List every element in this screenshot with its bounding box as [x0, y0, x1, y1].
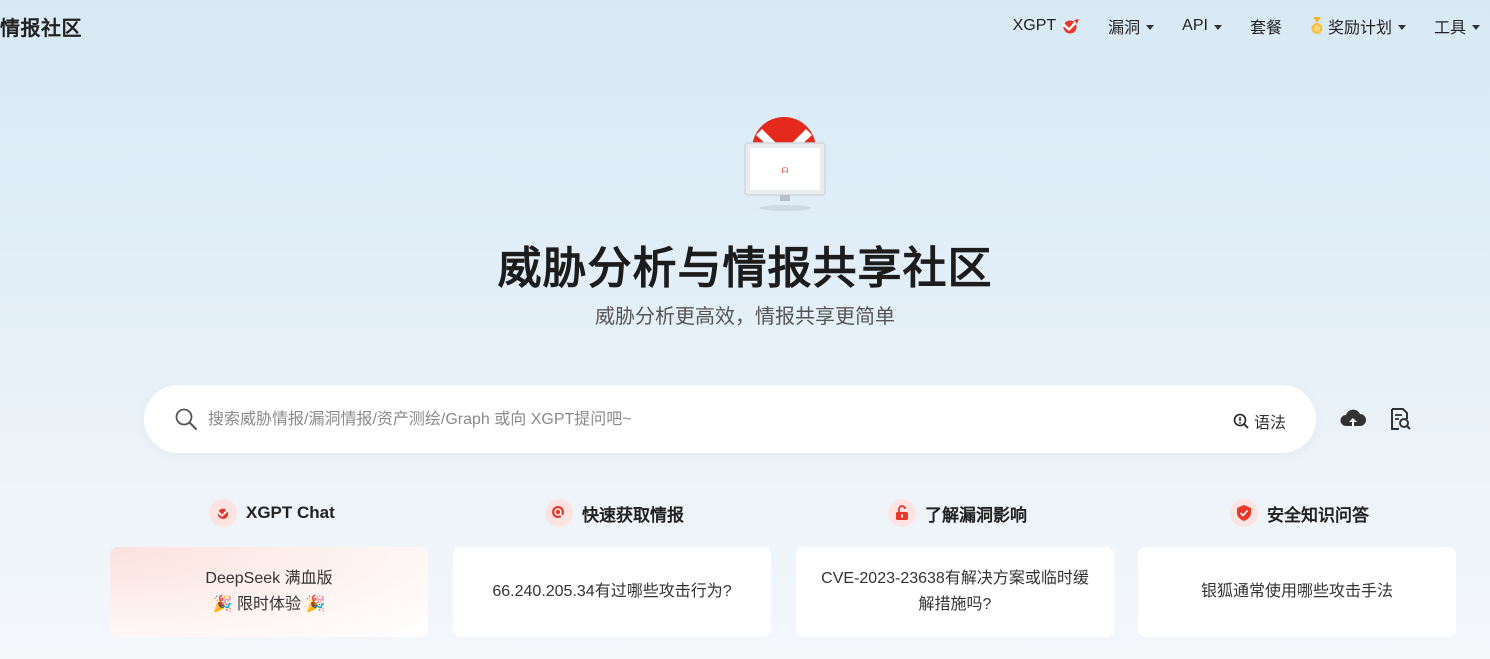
nav-item-label: XGPT [1012, 17, 1057, 34]
page-subtitle: 威胁分析更高效，情报共享更简单 [595, 306, 895, 328]
prompt-card-silver-fox[interactable]: 银狐通常使用哪些攻击手法 [1138, 547, 1456, 637]
xgpt-logo-icon [1060, 18, 1080, 34]
category-vuln-impact: 了解漏洞影响 [888, 499, 1027, 527]
category-title: 快速获取情报 [582, 505, 684, 525]
main-nav: XGPT 漏洞 API 套餐 奖励计划 工具 [1013, 14, 1480, 38]
xgpt-logo-icon [209, 499, 237, 527]
nav-item-label: 套餐 [1249, 20, 1282, 37]
card-line: 解措施吗? [918, 596, 992, 613]
file-search-button[interactable] [1386, 405, 1414, 433]
syntax-button[interactable]: 语法 [1233, 409, 1286, 433]
category-title: XGPT Chat [246, 503, 335, 522]
category-title: 安全知识问答 [1267, 505, 1369, 525]
search-intel-icon [545, 499, 573, 527]
chevron-down-icon [1146, 24, 1155, 30]
card-line: CVE-2023-23638有解决方案或临时缓 [821, 570, 1089, 587]
card-line: 🎉 限时体验 🎉 [212, 596, 326, 613]
nav-item-label: 工具 [1433, 20, 1466, 37]
chevron-down-icon [1397, 24, 1406, 30]
syntax-search-icon [1233, 413, 1249, 429]
category-quick-intel: 快速获取情报 [545, 499, 684, 527]
upload-cloud-button[interactable] [1339, 405, 1367, 433]
file-search-icon [1391, 408, 1411, 430]
search-input[interactable] [206, 403, 1190, 437]
nav-item-plans[interactable]: 套餐 [1250, 14, 1282, 38]
card-line: DeepSeek 满血版 [205, 570, 333, 587]
prompt-card-deepseek[interactable]: DeepSeek 满血版 🎉 限时体验 🎉 [110, 547, 428, 637]
nav-item-label: 漏洞 [1108, 20, 1141, 37]
search-icon [174, 407, 198, 436]
category-security-qa: 安全知识问答 [1230, 499, 1369, 527]
svg-text:ᗩ: ᗩ [782, 166, 789, 175]
nav-item-tools[interactable]: 工具 [1434, 14, 1480, 38]
card-line: 66.240.205.34有过哪些攻击行为? [492, 583, 732, 600]
brand-title[interactable]: 情报社区 [0, 12, 82, 41]
hero-illustration: ᗩ [740, 115, 830, 215]
medal-icon [1310, 17, 1324, 35]
prompt-card-cve[interactable]: CVE-2023-23638有解决方案或临时缓 解措施吗? [796, 547, 1114, 637]
nav-item-label: API [1182, 17, 1208, 34]
top-navigation-bar: 情报社区 XGPT 漏洞 API 套餐 奖励计划 工具 [0, 0, 1490, 52]
prompt-card-ip-attacks[interactable]: 66.240.205.34有过哪些攻击行为? [453, 547, 771, 637]
category-xgpt-chat: XGPT Chat [209, 499, 335, 527]
nav-item-vulnerabilities[interactable]: 漏洞 [1108, 14, 1155, 38]
nav-item-xgpt[interactable]: XGPT [1013, 17, 1081, 35]
syntax-label: 语法 [1253, 415, 1286, 432]
card-line: 银狐通常使用哪些攻击手法 [1200, 583, 1393, 600]
chevron-down-icon [1213, 24, 1222, 30]
nav-item-api[interactable]: API [1182, 17, 1222, 35]
nav-item-rewards[interactable]: 奖励计划 [1310, 14, 1406, 38]
category-title: 了解漏洞影响 [925, 505, 1027, 525]
unlock-icon [888, 499, 916, 527]
cloud-upload-icon [1340, 409, 1366, 429]
nav-item-label: 奖励计划 [1327, 20, 1392, 37]
page-title: 威胁分析与情报共享社区 [497, 244, 993, 293]
search-bar: 语法 [144, 385, 1316, 453]
shield-icon [1230, 499, 1258, 527]
chevron-down-icon [1472, 24, 1480, 30]
